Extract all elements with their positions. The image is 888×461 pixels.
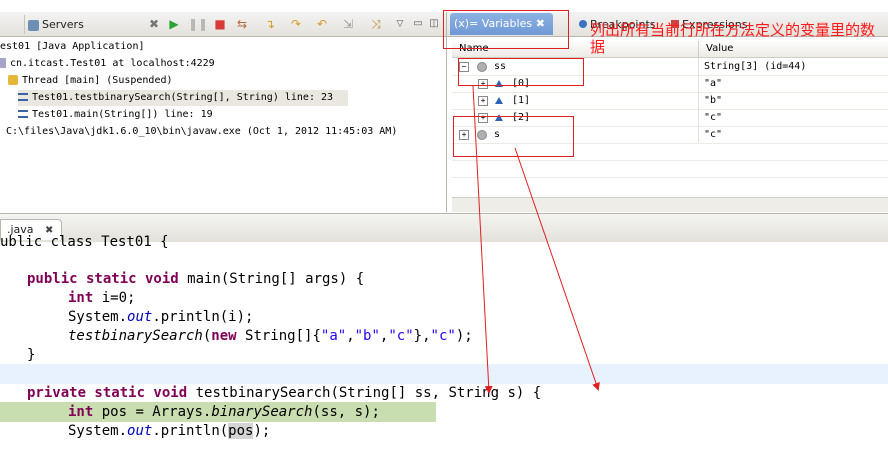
arrow-ss [472,85,493,394]
arrow-s [514,147,600,391]
annotation-arrows [472,85,600,394]
